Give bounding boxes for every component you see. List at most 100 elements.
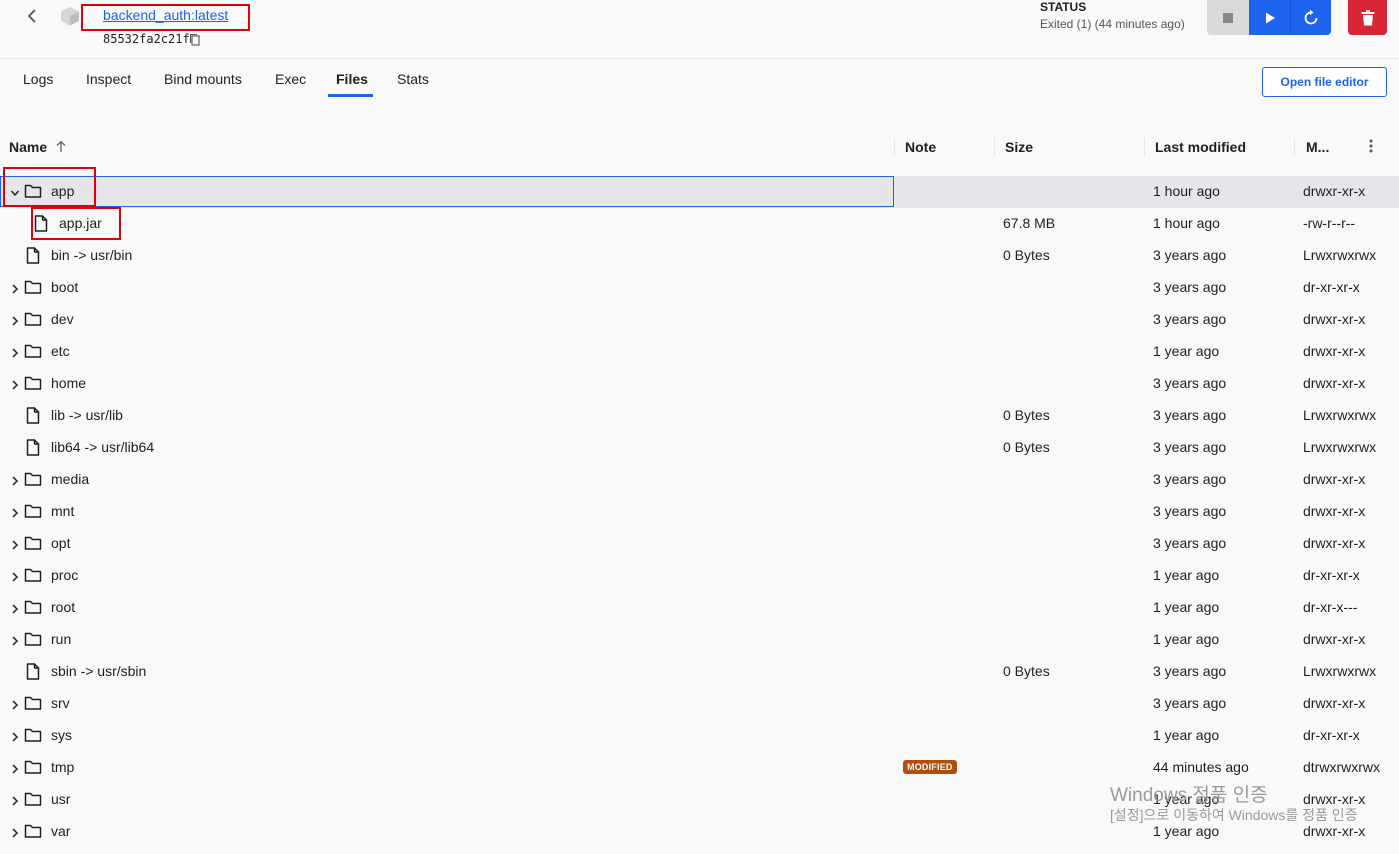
tab-logs[interactable]: Logs (23, 71, 53, 87)
table-row[interactable]: root 1 year ago dr-xr-x--- (0, 592, 1399, 624)
file-icon (26, 247, 40, 267)
table-row[interactable]: lib -> usr/lib 0 Bytes 3 years ago Lrwxrwxr… (0, 400, 1399, 432)
last-modified: 3 years ago (1153, 375, 1227, 391)
column-divider (1294, 138, 1295, 156)
file-mode: dtrwxrwxrwx (1303, 759, 1380, 775)
file-name: home (51, 375, 87, 391)
table-row[interactable]: srv 3 years ago drwxr-xr-x (0, 688, 1399, 720)
file-name: usr (51, 791, 71, 807)
chevron-right-icon[interactable] (10, 282, 20, 294)
tab-bind-mounts[interactable]: Bind mounts (164, 71, 242, 87)
column-divider (894, 138, 895, 156)
file-mode: drwxr-xr-x (1303, 823, 1366, 839)
table-row[interactable]: dev 3 years ago drwxr-xr-x (0, 304, 1399, 336)
chevron-right-icon[interactable] (10, 730, 20, 742)
active-tab-indicator (328, 94, 373, 97)
tab-bar: Logs Inspect Bind mounts Exec Files Stat… (0, 58, 1399, 100)
file-mode: drwxr-xr-x (1303, 183, 1366, 199)
file-size: 67.8 MB (1003, 215, 1056, 231)
table-row[interactable]: proc 1 year ago dr-xr-xr-x (0, 560, 1399, 592)
chevron-right-icon[interactable] (10, 602, 20, 614)
column-header-name[interactable]: Name (9, 139, 47, 155)
file-name: media (51, 471, 90, 487)
container-cube-icon (61, 7, 79, 26)
file-mode: drwxr-xr-x (1303, 503, 1366, 519)
windows-activation-watermark-text: [설정]으로 이동하여 Windows를 정품 인증 (1110, 807, 1358, 823)
column-header-last-modified[interactable]: Last modified (1155, 139, 1246, 155)
table-row[interactable]: home 3 years ago drwxr-xr-x (0, 368, 1399, 400)
windows-activation-watermark-title: Windows 정품 인증 (1110, 785, 1268, 806)
column-header-size[interactable]: Size (1005, 139, 1033, 155)
trash-icon (1361, 9, 1374, 25)
tab-exec[interactable]: Exec (275, 71, 306, 87)
file-mode: drwxr-xr-x (1303, 471, 1366, 487)
chevron-right-icon[interactable] (10, 538, 20, 550)
delete-button[interactable] (1348, 0, 1387, 35)
column-header-mode[interactable]: M... (1306, 139, 1329, 155)
table-row[interactable]: etc 1 year ago drwxr-xr-x (0, 336, 1399, 368)
file-name: sys (51, 727, 72, 743)
tab-files[interactable]: Files (336, 71, 368, 87)
file-mode: drwxr-xr-x (1303, 343, 1366, 359)
back-button[interactable] (22, 6, 42, 26)
chevron-down-icon[interactable] (10, 186, 20, 198)
table-row[interactable]: run 1 year ago drwxr-xr-x (0, 624, 1399, 656)
last-modified: 3 years ago (1153, 439, 1227, 455)
tab-inspect[interactable]: Inspect (86, 71, 131, 87)
table-row[interactable]: sbin -> usr/sbin 0 Bytes 3 years ago Lrwxrw… (0, 656, 1399, 688)
stop-button[interactable] (1207, 0, 1249, 35)
table-row[interactable]: app.jar 67.8 MB 1 hour ago -rw-r--r-- (0, 208, 1399, 240)
chevron-right-icon[interactable] (10, 346, 20, 358)
folder-icon (24, 823, 42, 842)
file-mode: Lrwxrwxrwx (1303, 439, 1377, 455)
folder-icon (24, 279, 42, 298)
table-row[interactable]: opt 3 years ago drwxr-xr-x (0, 528, 1399, 560)
folder-icon (24, 599, 42, 618)
restart-button[interactable] (1290, 0, 1331, 35)
table-row[interactable]: boot 3 years ago dr-xr-xr-x (0, 272, 1399, 304)
file-mode: drwxr-xr-x (1303, 311, 1366, 327)
table-row[interactable]: media 3 years ago drwxr-xr-x (0, 464, 1399, 496)
last-modified: 3 years ago (1153, 535, 1227, 551)
chevron-right-icon[interactable] (10, 794, 20, 806)
file-name: lib -> usr/lib (51, 407, 123, 423)
table-row[interactable]: mnt 3 years ago drwxr-xr-x (0, 496, 1399, 528)
chevron-right-icon[interactable] (10, 506, 20, 518)
table-row[interactable]: app 1 hour ago drwxr-xr-x (0, 176, 1399, 208)
folder-icon (24, 791, 42, 810)
start-button[interactable] (1249, 0, 1290, 35)
last-modified: 3 years ago (1153, 695, 1227, 711)
table-row[interactable]: bin -> usr/bin 0 Bytes 3 years ago Lrwxrwxr… (0, 240, 1399, 272)
column-divider (1144, 138, 1145, 156)
file-name: mnt (51, 503, 75, 519)
sort-ascending-icon[interactable] (55, 140, 67, 153)
file-name: lib64 -> usr/lib64 (51, 439, 155, 455)
file-icon (26, 663, 40, 683)
chevron-right-icon[interactable] (10, 378, 20, 390)
chevron-right-icon[interactable] (10, 762, 20, 774)
chevron-right-icon[interactable] (10, 474, 20, 486)
file-name: app (51, 183, 75, 199)
image-name-link[interactable]: backend_auth:latest (103, 7, 228, 23)
last-modified: 3 years ago (1153, 311, 1227, 327)
copy-icon[interactable] (189, 33, 201, 46)
file-mode: dr-xr-xr-x (1303, 279, 1360, 295)
last-modified: 3 years ago (1153, 247, 1227, 263)
status-value: Exited (1) (44 minutes ago) (1040, 17, 1185, 31)
tab-stats[interactable]: Stats (397, 71, 429, 87)
chevron-right-icon[interactable] (10, 634, 20, 646)
file-size: 0 Bytes (1003, 439, 1050, 455)
table-row[interactable]: sys 1 year ago dr-xr-xr-x (0, 720, 1399, 752)
table-row[interactable]: lib64 -> usr/lib64 0 Bytes 3 years ago Lrwx… (0, 432, 1399, 464)
chevron-right-icon[interactable] (10, 314, 20, 326)
column-header-note[interactable]: Note (905, 139, 936, 155)
chevron-right-icon[interactable] (10, 570, 20, 582)
file-name: var (51, 823, 71, 839)
chevron-right-icon[interactable] (10, 698, 20, 710)
file-icon (34, 215, 48, 235)
last-modified: 44 minutes ago (1153, 759, 1249, 775)
open-file-editor-button[interactable]: Open file editor (1262, 67, 1387, 97)
more-options-icon[interactable] (1369, 138, 1373, 154)
chevron-right-icon[interactable] (10, 826, 20, 838)
selection-outline (0, 176, 894, 207)
